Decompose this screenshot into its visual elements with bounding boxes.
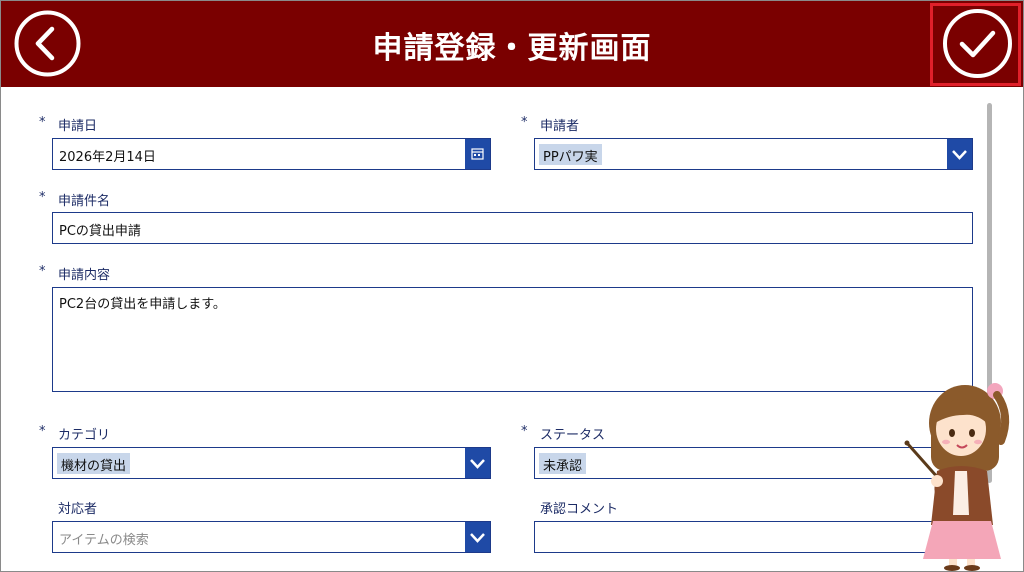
subject-input[interactable]: PCの貸出申請 xyxy=(52,212,973,244)
category-dropdown-button[interactable] xyxy=(465,448,490,478)
chevron-down-icon xyxy=(470,459,485,469)
required-mark: * xyxy=(39,190,46,205)
subject-value: PCの貸出申請 xyxy=(59,224,141,239)
applicant-selected-chip[interactable]: PPパワ実 xyxy=(539,144,602,165)
required-mark: * xyxy=(39,264,46,279)
application-date-picker[interactable]: 2026年2月14日 xyxy=(52,138,491,170)
content-label: 申請内容 xyxy=(58,268,111,283)
calendar-button[interactable] xyxy=(465,139,490,169)
app-screen: 申請登録・更新画面 * 申請日 2026年2月14日 * 申請者 PPパワ実 *… xyxy=(0,0,1024,572)
category-combobox[interactable]: 機材の貸出 xyxy=(52,447,491,479)
handler-dropdown-button[interactable] xyxy=(465,522,490,552)
required-mark: * xyxy=(39,115,46,130)
applicant-label: 申請者 xyxy=(540,119,580,134)
submit-highlight-frame xyxy=(930,3,1021,86)
required-mark: * xyxy=(39,424,46,439)
subject-label: 申請件名 xyxy=(58,194,111,209)
status-label: ステータス xyxy=(540,428,606,443)
content-textarea[interactable]: PC2台の貸出を申請します。 xyxy=(52,287,973,392)
chevron-down-icon xyxy=(470,533,485,543)
handler-search-placeholder: アイテムの検索 xyxy=(59,533,149,548)
application-date-label: 申請日 xyxy=(58,119,98,134)
content-value: PC2台の貸出を申請します。 xyxy=(59,297,226,312)
calendar-icon xyxy=(471,148,484,160)
category-label: カテゴリ xyxy=(58,428,111,443)
applicant-combobox[interactable]: PPパワ実 xyxy=(534,138,973,170)
chevron-down-icon xyxy=(952,150,967,160)
approval-comment-label: 承認コメント xyxy=(540,502,619,517)
header-bar: 申請登録・更新画面 xyxy=(1,1,1023,87)
status-selected-chip[interactable]: 未承認 xyxy=(539,453,587,474)
category-selected-chip[interactable]: 機材の貸出 xyxy=(57,453,131,474)
application-date-value: 2026年2月14日 xyxy=(59,150,156,165)
required-mark: * xyxy=(521,424,528,439)
page-title: 申請登録・更新画面 xyxy=(372,31,652,66)
handler-combobox[interactable]: アイテムの検索 xyxy=(52,521,491,553)
handler-label: 対応者 xyxy=(58,502,98,517)
teacher-character-illustration xyxy=(904,383,1010,571)
required-mark: * xyxy=(521,115,528,130)
applicant-dropdown-button[interactable] xyxy=(947,139,972,169)
